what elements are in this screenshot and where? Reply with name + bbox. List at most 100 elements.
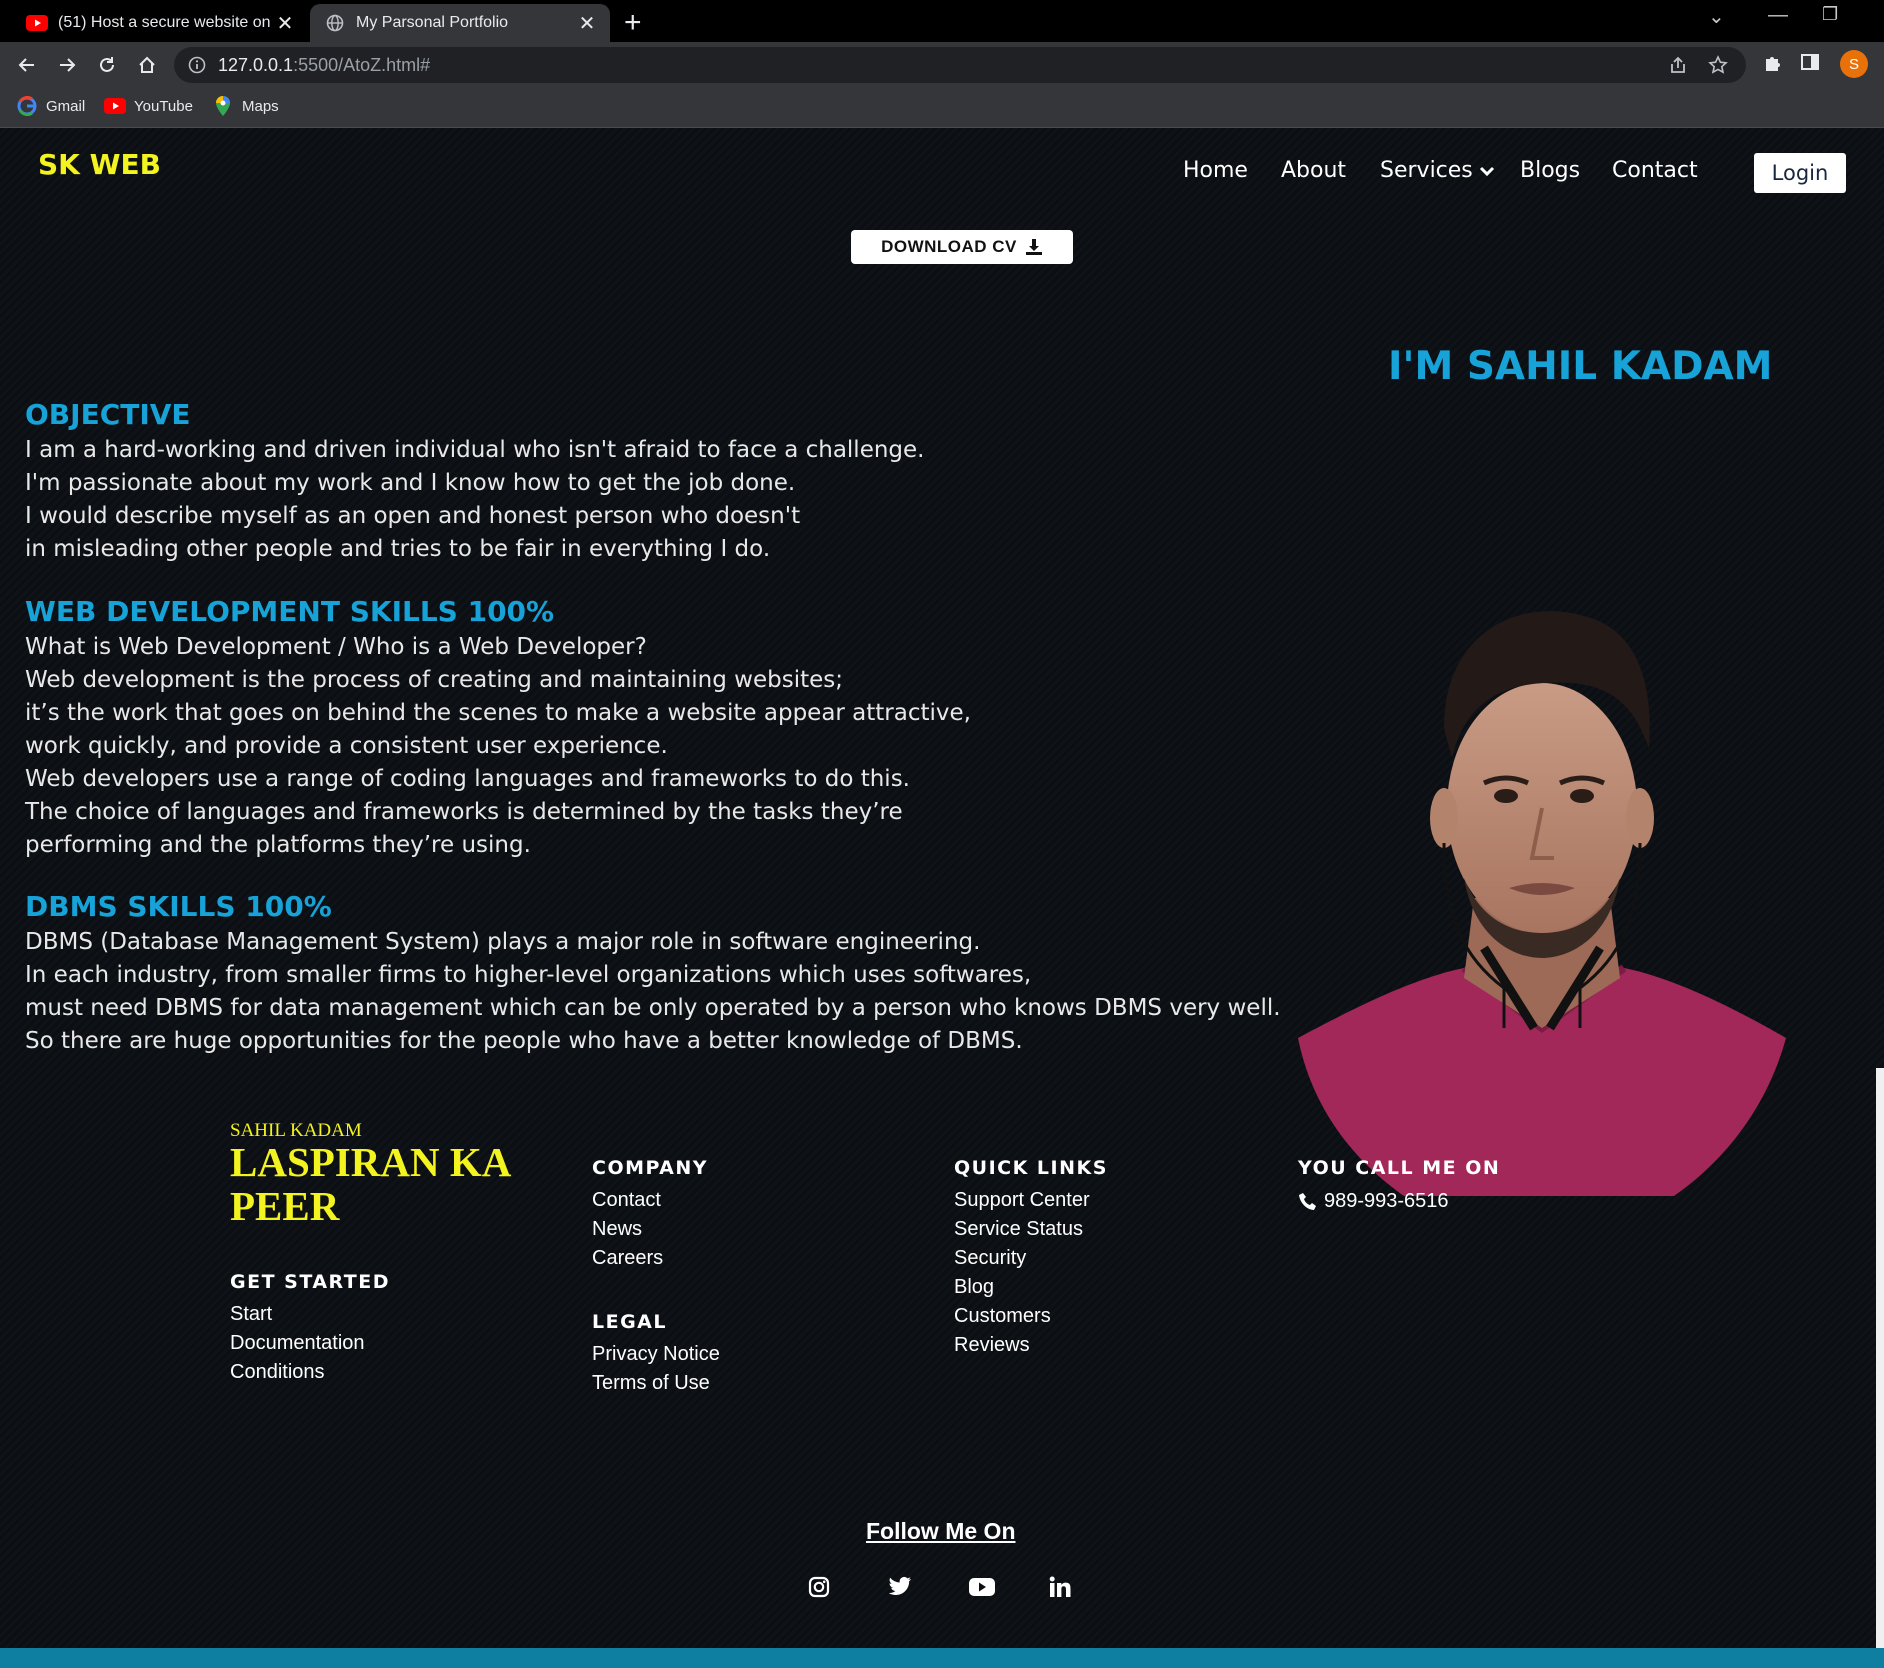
footer-link-security[interactable]: Security	[954, 1244, 1090, 1273]
bookmark-maps[interactable]: Maps	[212, 96, 279, 116]
text-line: I'm passionate about my work and I know …	[25, 470, 796, 496]
profile-avatar[interactable]: S	[1840, 50, 1868, 78]
footer-link-start[interactable]: Start	[230, 1300, 365, 1329]
browser-tab-portfolio[interactable]: My Parsonal Portfolio ✕	[310, 4, 610, 42]
greeting-heading: I'M SAHIL KADAM	[1388, 344, 1773, 389]
side-panel-icon[interactable]	[1800, 52, 1820, 77]
legal-links: Privacy Notice Terms of Use	[592, 1340, 720, 1398]
get-started-heading: GET STARTED	[230, 1271, 391, 1293]
page-scrollbar[interactable]	[1876, 1068, 1884, 1648]
dbms-text: DBMS (Database Management System) plays …	[25, 926, 1281, 1058]
text-line: Web developers use a range of coding lan…	[25, 766, 910, 792]
browser-tab-strip: (51) Host a secure website on go ✕ My Pa…	[0, 0, 1884, 42]
site-logo[interactable]: SK WEB	[38, 148, 161, 181]
footer-link-customers[interactable]: Customers	[954, 1302, 1090, 1331]
footer-link-service-status[interactable]: Service Status	[954, 1215, 1090, 1244]
text-line: I would describe myself as an open and h…	[25, 503, 801, 529]
restore-window-icon[interactable]: ❐	[1822, 4, 1838, 25]
bookmark-star-icon[interactable]	[1708, 55, 1728, 80]
youtube-icon	[104, 96, 126, 116]
nav-blogs[interactable]: Blogs	[1520, 158, 1580, 183]
google-icon	[16, 96, 38, 116]
company-links: Contact News Careers	[592, 1186, 663, 1273]
reload-icon[interactable]	[92, 50, 122, 80]
quick-links: Support Center Service Status Security B…	[954, 1186, 1090, 1360]
nav-about[interactable]: About	[1281, 158, 1346, 183]
maps-icon	[212, 96, 234, 116]
browser-tab-youtube[interactable]: (51) Host a secure website on go ✕	[12, 4, 308, 42]
company-heading: COMPANY	[592, 1157, 709, 1179]
footer-brand-line: LASPIRAN KA	[230, 1139, 512, 1185]
tab-title: (51) Host a secure website on go	[58, 14, 274, 31]
text-line: DBMS (Database Management System) plays …	[25, 929, 981, 955]
phone-link[interactable]: 989-993-6516	[1298, 1190, 1449, 1213]
follow-heading: Follow Me On	[866, 1518, 1016, 1544]
phone-number: 989-993-6516	[1324, 1190, 1449, 1212]
twitter-icon[interactable]	[886, 1573, 914, 1601]
webdev-text: What is Web Development / Who is a Web D…	[25, 631, 971, 862]
phone-icon	[1299, 1192, 1316, 1210]
objective-text: I am a hard-working and driven individua…	[25, 434, 924, 566]
call-heading: YOU CALL ME ON	[1298, 1157, 1501, 1179]
footer-link-terms[interactable]: Terms of Use	[592, 1369, 720, 1398]
bookmarks-bar: Gmail YouTube Maps	[0, 88, 1884, 128]
quick-links-heading: QUICK LINKS	[954, 1157, 1108, 1179]
footer-link-careers[interactable]: Careers	[592, 1244, 663, 1273]
close-tab-icon[interactable]: ✕	[576, 11, 598, 36]
text-line: Web development is the process of creati…	[25, 667, 843, 693]
footer-link-blog[interactable]: Blog	[954, 1273, 1090, 1302]
text-line: What is Web Development / Who is a Web D…	[25, 634, 647, 660]
download-cv-label: DOWNLOAD CV	[881, 237, 1017, 256]
footer-link-conditions[interactable]: Conditions	[230, 1358, 365, 1387]
nav-contact[interactable]: Contact	[1612, 158, 1698, 183]
instagram-icon[interactable]	[805, 1573, 833, 1601]
chevron-down-icon	[1479, 165, 1495, 177]
nav-home[interactable]: Home	[1183, 158, 1248, 183]
tab-search-chevron-icon[interactable]: ⌄	[1708, 4, 1725, 29]
share-icon[interactable]	[1668, 55, 1688, 80]
bookmark-youtube[interactable]: YouTube	[104, 96, 193, 116]
browser-toolbar: 127.0.0.1:5500/AtoZ.html# S	[0, 42, 1884, 88]
webdev-heading: WEB DEVELOPMENT SKILLS 100%	[25, 595, 555, 628]
login-button[interactable]: Login	[1754, 153, 1846, 193]
footer-link-reviews[interactable]: Reviews	[954, 1331, 1090, 1360]
text-line: must need DBMS for data management which…	[25, 995, 1281, 1021]
new-tab-button[interactable]: +	[624, 6, 642, 40]
linkedin-icon[interactable]	[1046, 1573, 1074, 1601]
url-text[interactable]: 127.0.0.1:5500/AtoZ.html#	[218, 55, 430, 76]
home-icon[interactable]	[132, 50, 162, 80]
legal-heading: LEGAL	[592, 1311, 667, 1333]
download-icon	[1025, 239, 1042, 255]
bookmark-label: YouTube	[134, 97, 193, 115]
close-tab-icon[interactable]: ✕	[274, 11, 296, 36]
text-line: In each industry, from smaller firms to …	[25, 962, 1032, 988]
forward-arrow-icon[interactable]	[52, 50, 82, 80]
extensions-puzzle-icon[interactable]	[1762, 52, 1784, 79]
bookmark-gmail[interactable]: Gmail	[16, 96, 85, 116]
site-info-icon[interactable]	[188, 56, 206, 79]
objective-heading: OBJECTIVE	[25, 398, 191, 431]
footer-link-support[interactable]: Support Center	[954, 1186, 1090, 1215]
youtube-icon[interactable]	[968, 1573, 996, 1601]
bookmark-label: Gmail	[46, 97, 86, 115]
footer-link-documentation[interactable]: Documentation	[230, 1329, 365, 1358]
address-bar[interactable]: 127.0.0.1:5500/AtoZ.html#	[174, 47, 1746, 83]
footer-link-contact[interactable]: Contact	[592, 1186, 663, 1215]
back-arrow-icon[interactable]	[12, 50, 42, 80]
footer-link-news[interactable]: News	[592, 1215, 663, 1244]
footer-brand-line: PEER	[230, 1183, 340, 1229]
footer-link-privacy[interactable]: Privacy Notice	[592, 1340, 720, 1369]
url-path: :5500/AtoZ.html#	[293, 55, 431, 75]
text-line: work quickly, and provide a consistent u…	[25, 733, 668, 759]
get-started-links: Start Documentation Conditions	[230, 1300, 365, 1387]
tab-title: My Parsonal Portfolio	[356, 14, 509, 31]
youtube-icon	[26, 12, 48, 34]
minimize-icon[interactable]: —	[1768, 4, 1788, 27]
download-cv-button[interactable]: DOWNLOAD CV	[851, 230, 1073, 264]
text-line: it’s the work that goes on behind the sc…	[25, 700, 971, 726]
text-line: performing and the platforms they’re usi…	[25, 832, 531, 858]
nav-services[interactable]: Services	[1380, 158, 1495, 183]
nav-services-label: Services	[1380, 158, 1473, 183]
text-line: So there are huge opportunities for the …	[25, 1028, 1023, 1054]
globe-icon	[324, 12, 346, 34]
